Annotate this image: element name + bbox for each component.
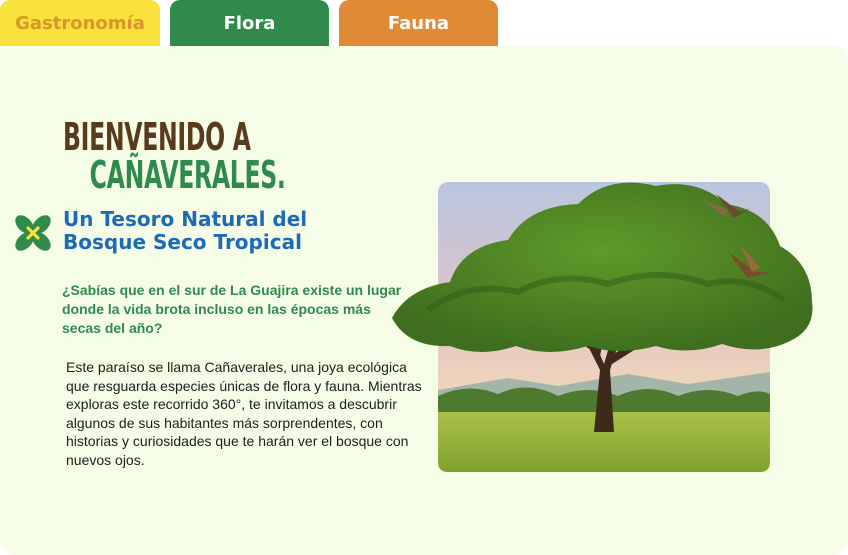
welcome-line-1: BIENVENIDO A: [63, 115, 251, 159]
flower-icon: [15, 215, 51, 251]
welcome-heading: BIENVENIDO A CAÑAVERALES.: [63, 118, 286, 194]
page: Gastronomía Flora Fauna BIENVENIDO A CAÑ…: [0, 0, 848, 555]
tab-flora[interactable]: Flora: [170, 0, 329, 46]
section-title: Un Tesoro Natural del Bosque Seco Tropic…: [63, 207, 308, 254]
section-question: ¿Sabías que en el sur de La Guajira exis…: [62, 282, 402, 336]
tab-gastronomia[interactable]: Gastronomía: [0, 0, 160, 46]
tab-fauna[interactable]: Fauna: [339, 0, 498, 46]
welcome-line-2: CAÑAVERALES.: [89, 153, 286, 197]
acacia-tree-photo: [392, 182, 813, 472]
section-body: Este paraíso se llama Cañaverales, una j…: [66, 359, 422, 468]
